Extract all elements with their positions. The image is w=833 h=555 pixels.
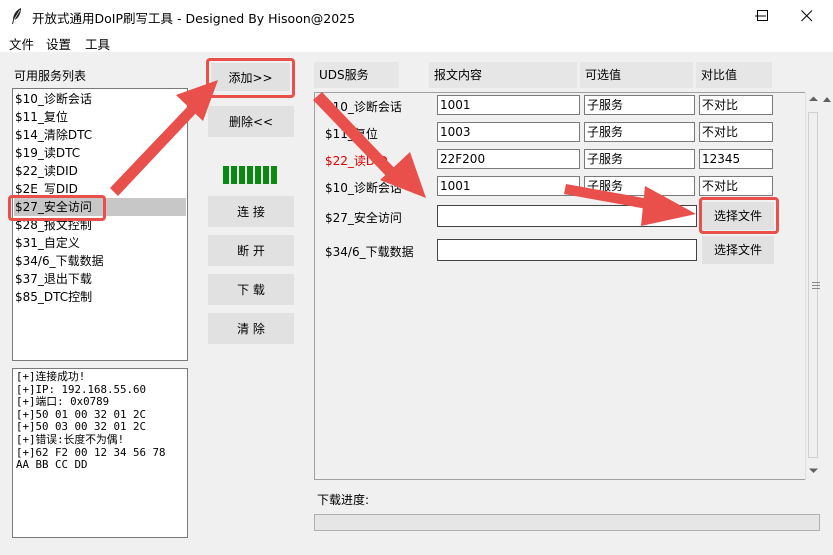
- file-path-input[interactable]: [437, 205, 697, 227]
- service-list[interactable]: $10_诊断会话 $11_复位 $14_清除DTC $19_读DTC $22_读…: [12, 88, 188, 361]
- service-item[interactable]: $10_诊断会话: [14, 90, 186, 108]
- log-line: AA BB CC DD: [16, 458, 88, 472]
- disconnect-button[interactable]: 断 开: [208, 235, 294, 266]
- row-service-label: $27_安全访问: [325, 211, 402, 225]
- table-scrollbar[interactable]: [805, 92, 820, 480]
- download-progress-label: 下载进度:: [317, 493, 370, 507]
- menu-tools[interactable]: 工具: [85, 34, 110, 53]
- menu-file[interactable]: 文件: [9, 34, 34, 53]
- option-input[interactable]: 子服务: [584, 122, 695, 142]
- connect-button[interactable]: 连 接: [208, 196, 294, 227]
- service-item[interactable]: $14_清除DTC: [14, 126, 186, 144]
- service-item[interactable]: $22_读DID: [14, 162, 186, 180]
- log-line: [+]错误:长度不为偶!: [16, 432, 125, 446]
- menu-bar: 文件 设置 工具: [0, 32, 833, 52]
- content-input[interactable]: 1003: [437, 122, 580, 142]
- service-item[interactable]: $31_自定义: [14, 234, 186, 252]
- feather-icon: [12, 8, 21, 24]
- annotation-highlight: [699, 197, 779, 234]
- row-service-label: $11_复位: [325, 127, 378, 141]
- scroll-up-icon[interactable]: [809, 96, 818, 102]
- header-compare: 对比值: [696, 62, 772, 88]
- row-service-label: $10_诊断会话: [325, 100, 402, 114]
- remove-button[interactable]: 删除<<: [208, 106, 294, 137]
- row-service-label: $34/6_下载数据: [325, 245, 414, 259]
- header-message-content: 报文内容: [429, 62, 577, 88]
- log-line: [+]连接成功!: [16, 370, 86, 383]
- service-item[interactable]: $11_复位: [14, 108, 186, 126]
- compare-input[interactable]: 不对比: [699, 122, 773, 142]
- window-title: 开放式通用DoIP刷写工具 - Designed By Hisoon@2025: [32, 11, 356, 26]
- scrollbar-thumb[interactable]: [808, 112, 820, 458]
- close-icon: [801, 10, 813, 22]
- close-button[interactable]: [784, 0, 830, 32]
- content-input[interactable]: 1001: [437, 176, 580, 196]
- download-progress-bar: [314, 514, 820, 531]
- menu-settings[interactable]: 设置: [46, 34, 71, 53]
- service-item[interactable]: $85_DTC控制: [14, 288, 186, 306]
- title-bar: 开放式通用DoIP刷写工具 - Designed By Hisoon@2025: [0, 0, 833, 32]
- content-input[interactable]: 1001: [437, 95, 580, 115]
- header-option: 可选值: [580, 62, 693, 88]
- log-output[interactable]: [+]连接成功! [+]IP: 192.168.55.60 [+]端口: 0x0…: [12, 368, 188, 538]
- annotation-highlight: [206, 58, 295, 98]
- annotation-highlight: [8, 195, 106, 221]
- file-path-input[interactable]: [437, 239, 697, 261]
- header-uds-service: UDS服务: [314, 62, 399, 88]
- connection-status-indicator: [223, 166, 277, 184]
- download-button[interactable]: 下 载: [208, 274, 294, 305]
- scroll-down-icon[interactable]: [809, 468, 818, 474]
- clear-button[interactable]: 清 除: [208, 313, 294, 344]
- option-input[interactable]: 子服务: [584, 95, 695, 115]
- row-service-label: $22_读DID: [325, 154, 388, 168]
- compare-input[interactable]: 12345: [699, 149, 773, 169]
- service-item[interactable]: $19_读DTC: [14, 144, 186, 162]
- service-item[interactable]: $34/6_下载数据: [14, 252, 186, 270]
- row-service-label: $10_诊断会话: [325, 181, 402, 195]
- service-list-label: 可用服务列表: [14, 69, 87, 83]
- service-item[interactable]: $37_退出下载: [14, 270, 186, 288]
- compare-input[interactable]: 不对比: [699, 176, 773, 196]
- option-input[interactable]: 子服务: [584, 176, 695, 196]
- content-input[interactable]: 22F200: [437, 149, 580, 169]
- log-line: [+]端口: 0x0789: [16, 395, 110, 409]
- select-file-button[interactable]: 选择文件: [702, 236, 774, 264]
- compare-input[interactable]: 不对比: [699, 95, 773, 115]
- maximize-button[interactable]: [741, 0, 787, 32]
- outer-scroll-up-icon[interactable]: [823, 96, 831, 104]
- maximize-icon: [757, 10, 768, 21]
- option-input[interactable]: 子服务: [584, 149, 695, 169]
